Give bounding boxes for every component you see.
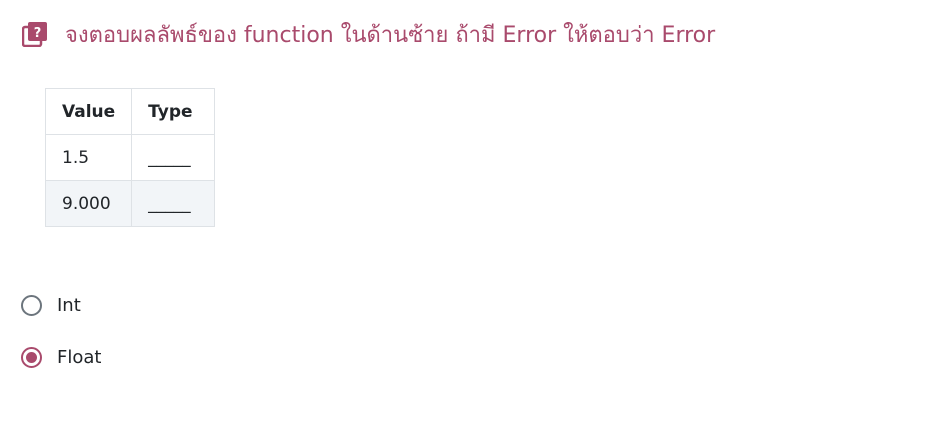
option-label: Float xyxy=(57,346,102,368)
question-header: ? จงตอบผลลัพธ์ของ function ในด้านซ้าย ถ้… xyxy=(22,18,715,50)
header-type: Type xyxy=(131,88,216,135)
question-book-icon: ? xyxy=(22,21,48,47)
table-row: 9.000 _____ xyxy=(44,180,216,227)
answer-options: Int Float xyxy=(20,290,101,394)
option-int[interactable]: Int xyxy=(20,290,101,320)
radio-int[interactable] xyxy=(21,294,42,316)
radio-float[interactable] xyxy=(21,346,42,368)
cell-value: 1.5 xyxy=(44,134,133,181)
values-table: Value Type 1.5 _____ 9.000 _____ xyxy=(44,88,216,227)
option-float[interactable]: Float xyxy=(20,342,101,372)
header-value: Value xyxy=(44,88,133,135)
option-label: Int xyxy=(57,294,81,316)
svg-text:?: ? xyxy=(34,26,42,41)
quiz-page: ? จงตอบผลลัพธ์ของ function ในด้านซ้าย ถ้… xyxy=(0,0,928,424)
cell-value: 9.000 xyxy=(44,180,133,227)
question-title: จงตอบผลลัพธ์ของ function ในด้านซ้าย ถ้าม… xyxy=(65,22,716,48)
table-header-row: Value Type xyxy=(44,88,216,135)
cell-type: _____ xyxy=(131,134,216,181)
cell-type: _____ xyxy=(131,180,216,227)
table-row: 1.5 _____ xyxy=(44,134,216,181)
